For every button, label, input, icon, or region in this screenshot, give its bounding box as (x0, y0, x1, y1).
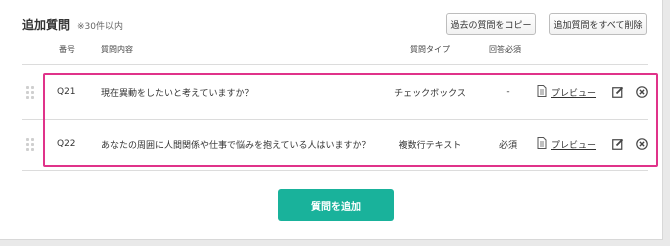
add-question-button[interactable]: 質問を追加 (278, 189, 394, 221)
additional-questions-panel: 追加質問 ※30件以内 過去の質問をコピー 追加質問をすべて削除 番号 質問内容… (0, 0, 663, 240)
delete-all-questions-button[interactable]: 追加質問をすべて削除 (549, 13, 647, 35)
selection-highlight (43, 73, 658, 167)
section-subtitle: ※30件以内 (77, 22, 124, 32)
table-bottom-divider (22, 170, 648, 171)
header-content: 質問内容 (101, 45, 133, 54)
copy-past-questions-button[interactable]: 過去の質問をコピー (446, 13, 536, 35)
section-title: 追加質問 (22, 18, 71, 32)
header-number: 番号 (59, 45, 75, 54)
header-required: 回答必須 (489, 45, 521, 54)
header-type: 質問タイプ (410, 45, 450, 54)
section-header: 追加質問 ※30件以内 (22, 16, 123, 33)
table-divider (22, 64, 648, 65)
table-header: 番号 質問内容 質問タイプ 回答必須 (0, 44, 662, 58)
